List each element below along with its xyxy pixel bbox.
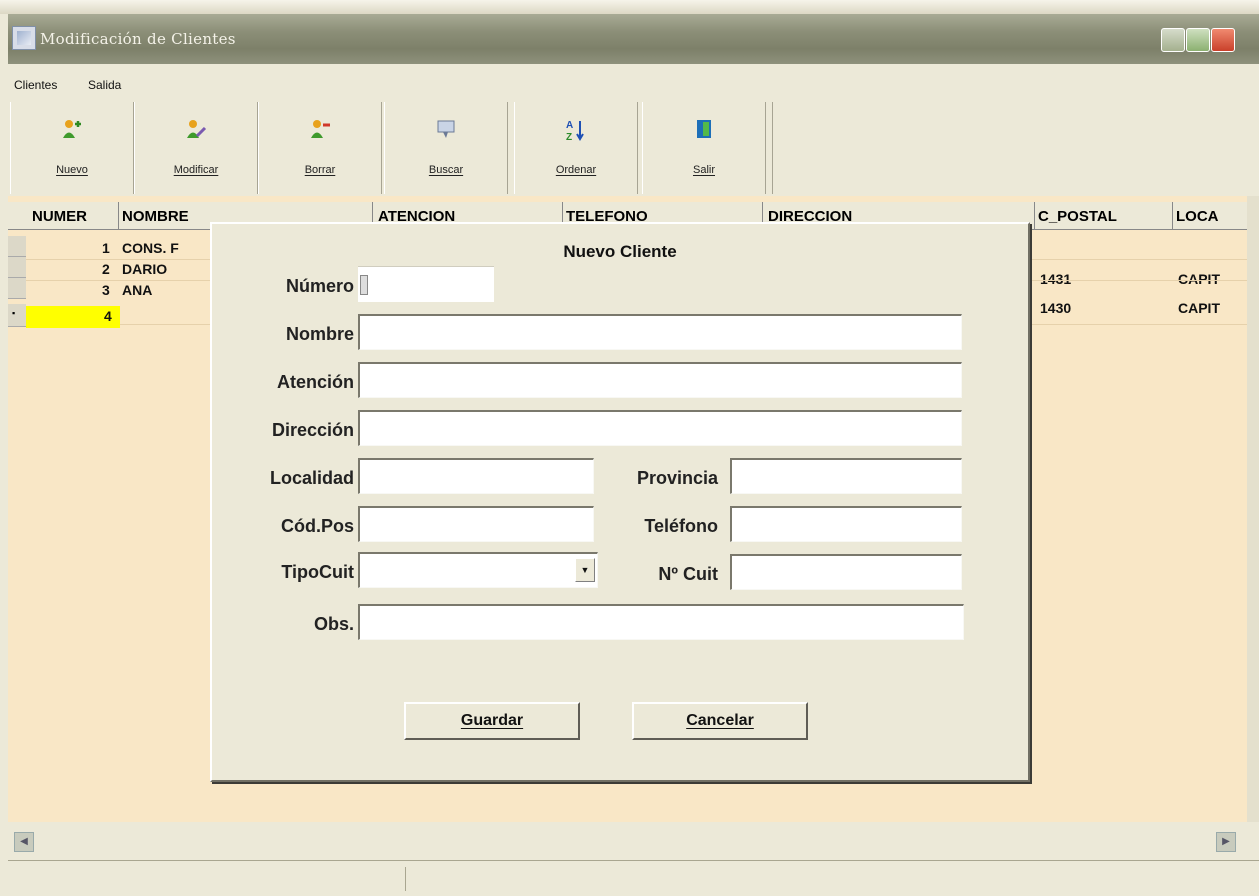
window-title-bar[interactable]: Modificación de Clientes bbox=[8, 14, 1259, 64]
cell-localidad[interactable]: CAPIT bbox=[1178, 271, 1220, 287]
nro-cuit-field[interactable] bbox=[730, 554, 962, 590]
cell-nombre[interactable]: DARIO bbox=[122, 261, 167, 277]
cell-numero[interactable]: 3 bbox=[102, 282, 110, 298]
atencion-label: Atención bbox=[276, 372, 354, 392]
row-selector[interactable] bbox=[8, 278, 26, 299]
col-c-postal[interactable]: C_POSTAL bbox=[1038, 208, 1117, 225]
nuevo-cliente-dialog: Nuevo Cliente Número Nombre Atención Dir… bbox=[210, 222, 1030, 782]
sort-az-icon: AZ bbox=[565, 118, 587, 143]
scroll-right-icon[interactable]: ▶ bbox=[1216, 832, 1236, 852]
nuevo-label: Nuevo bbox=[56, 164, 88, 176]
cell-nombre[interactable]: CONS. F bbox=[122, 240, 179, 256]
text-cursor-icon bbox=[360, 275, 368, 295]
numero-label: Número bbox=[285, 276, 354, 296]
maximize-button[interactable] bbox=[1186, 28, 1210, 52]
cell-numero[interactable]: 2 bbox=[102, 261, 110, 277]
obs-label: Obs. bbox=[313, 614, 354, 634]
toolbar: Nuevo Modificar Borrar Buscar AZ Ordenar… bbox=[8, 98, 1259, 196]
tipocuit-select[interactable]: ▼ bbox=[358, 552, 598, 588]
menu-clientes[interactable]: Clientes bbox=[14, 78, 57, 92]
col-nombre[interactable]: NOMBRE bbox=[122, 208, 189, 225]
row-selector[interactable] bbox=[8, 257, 26, 278]
direccion-label: Dirección bbox=[271, 420, 354, 440]
status-pane bbox=[10, 867, 406, 891]
nro-cuit-label: Nº Cuit bbox=[658, 564, 718, 584]
grid-vertical-scrollbar[interactable] bbox=[1247, 196, 1259, 822]
row-pointer-icon: ▪ bbox=[12, 308, 16, 318]
telefono-field[interactable] bbox=[730, 506, 962, 542]
user-delete-icon bbox=[309, 118, 331, 140]
provincia-field[interactable] bbox=[730, 458, 962, 494]
salir-label: Salir bbox=[692, 164, 715, 176]
status-bar bbox=[8, 860, 1259, 896]
col-numero[interactable]: NUMER bbox=[32, 208, 87, 225]
ordenar-button[interactable]: AZ Ordenar bbox=[514, 102, 638, 194]
modificar-label: Modificar bbox=[173, 164, 219, 176]
window-app-icon bbox=[12, 26, 36, 50]
dropdown-arrow-icon[interactable]: ▼ bbox=[575, 558, 595, 582]
col-localidad[interactable]: LOCA bbox=[1176, 208, 1219, 225]
cell-numero[interactable]: 1 bbox=[102, 240, 110, 256]
grid-horizontal-scrollbar[interactable]: ◀ ▶ bbox=[8, 822, 1259, 860]
window-title: Modificación de Clientes bbox=[40, 30, 236, 48]
svg-text:A: A bbox=[566, 120, 573, 131]
telefono-label: Teléfono bbox=[644, 516, 718, 536]
borrar-button[interactable]: Borrar bbox=[258, 102, 382, 194]
dialog-title: Nuevo Cliente bbox=[563, 242, 677, 261]
scroll-left-icon[interactable]: ◀ bbox=[14, 832, 34, 852]
cell-c-postal[interactable]: 1431 bbox=[1040, 271, 1071, 287]
salir-button[interactable]: Salir bbox=[642, 102, 766, 194]
cell-c-postal[interactable]: 1430 bbox=[1040, 300, 1071, 316]
buscar-label: Buscar bbox=[428, 164, 464, 176]
user-add-icon bbox=[61, 118, 83, 140]
tipocuit-label: TipoCuit bbox=[281, 562, 354, 582]
nombre-label: Nombre bbox=[285, 324, 354, 344]
direccion-field[interactable] bbox=[358, 410, 962, 446]
close-button[interactable] bbox=[1211, 28, 1235, 52]
cod-pos-field[interactable] bbox=[358, 506, 594, 542]
cell-nombre[interactable]: ANA bbox=[122, 282, 152, 298]
nombre-field[interactable] bbox=[358, 314, 962, 350]
cod-pos-label: Cód.Pos bbox=[280, 516, 354, 536]
guardar-button[interactable]: Guardar bbox=[404, 702, 580, 740]
desktop-top-strip bbox=[0, 0, 1259, 14]
row-selector[interactable] bbox=[8, 236, 26, 257]
exit-door-icon bbox=[693, 118, 715, 140]
ordenar-label: Ordenar bbox=[555, 164, 597, 176]
cell-numero: 4 bbox=[104, 308, 112, 324]
svg-text:Z: Z bbox=[566, 132, 572, 142]
borrar-label: Borrar bbox=[304, 164, 336, 176]
atencion-field[interactable] bbox=[358, 362, 962, 398]
nuevo-button[interactable]: Nuevo bbox=[10, 102, 134, 194]
menu-salida[interactable]: Salida bbox=[88, 78, 121, 92]
current-row-indicator[interactable]: ▪ bbox=[8, 304, 26, 327]
search-icon bbox=[435, 118, 457, 140]
numero-field[interactable] bbox=[358, 266, 494, 302]
localidad-label: Localidad bbox=[269, 468, 354, 488]
user-edit-icon bbox=[185, 118, 207, 140]
buscar-button[interactable]: Buscar bbox=[384, 102, 508, 194]
modificar-button[interactable]: Modificar bbox=[134, 102, 258, 194]
cell-localidad[interactable]: CAPIT bbox=[1178, 300, 1220, 316]
provincia-label: Provincia bbox=[636, 468, 718, 488]
cancelar-button[interactable]: Cancelar bbox=[632, 702, 808, 740]
localidad-field[interactable] bbox=[358, 458, 594, 494]
obs-field[interactable] bbox=[358, 604, 964, 640]
menu-bar: Clientes Salida bbox=[8, 64, 1259, 98]
selected-cell[interactable]: 4 bbox=[26, 306, 120, 328]
minimize-button[interactable] bbox=[1161, 28, 1185, 52]
